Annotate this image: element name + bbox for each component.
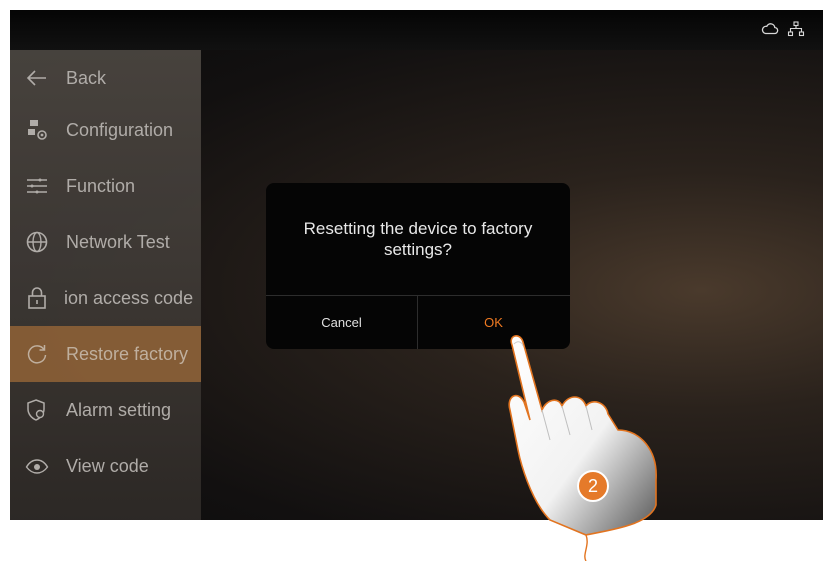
sidebar-item-function[interactable]: Function <box>10 158 201 214</box>
sidebar-item-restore-factory[interactable]: Restore factory <box>10 326 201 382</box>
device-screen: Back Configuration Function Network Test <box>10 10 823 520</box>
status-icons <box>761 21 805 37</box>
arrow-left-icon <box>24 65 50 91</box>
globe-icon <box>24 229 50 255</box>
sidebar-item-label: Back <box>66 67 107 88</box>
cancel-button[interactable]: Cancel <box>266 296 417 349</box>
sidebar-item-label: Configuration <box>66 119 174 140</box>
sidebar-item-view-code[interactable]: View code <box>10 438 201 494</box>
sidebar-item-alarm-setting[interactable]: Alarm setting <box>10 382 201 438</box>
sidebar-item-configuration[interactable]: Configuration <box>10 102 201 158</box>
cloud-icon <box>761 21 779 37</box>
page: Back Configuration Function Network Test <box>0 0 823 561</box>
sidebar-item-label: Function <box>66 175 136 196</box>
pointing-hand-illustration <box>508 335 657 561</box>
sidebar-item-back[interactable]: Back <box>10 50 201 106</box>
sidebar-item-label: Network Test <box>66 231 170 252</box>
step-badge: 2 <box>577 470 609 502</box>
restore-icon <box>24 341 50 367</box>
network-icon <box>787 21 805 37</box>
alarm-shield-icon <box>24 397 50 423</box>
sidebar-item-label: Restore factory <box>66 343 189 364</box>
configuration-icon <box>24 117 50 143</box>
sidebar-item-access-code[interactable]: ion access code <box>10 270 201 326</box>
lock-icon <box>24 285 50 311</box>
sidebar-item-network-test[interactable]: Network Test <box>10 214 201 270</box>
dialog-message: Resetting the device to factory settings… <box>303 219 533 259</box>
sliders-icon <box>24 173 50 199</box>
confirm-dialog: Resetting the device to factory settings… <box>266 183 570 349</box>
status-bar <box>10 10 823 50</box>
sidebar-item-label: View code <box>66 455 149 476</box>
sidebar-item-label: ion access code <box>64 287 194 308</box>
sidebar-menu: Back Configuration Function Network Test <box>10 50 201 520</box>
sidebar-item-label: Alarm setting <box>66 399 172 420</box>
eye-icon <box>24 453 50 479</box>
